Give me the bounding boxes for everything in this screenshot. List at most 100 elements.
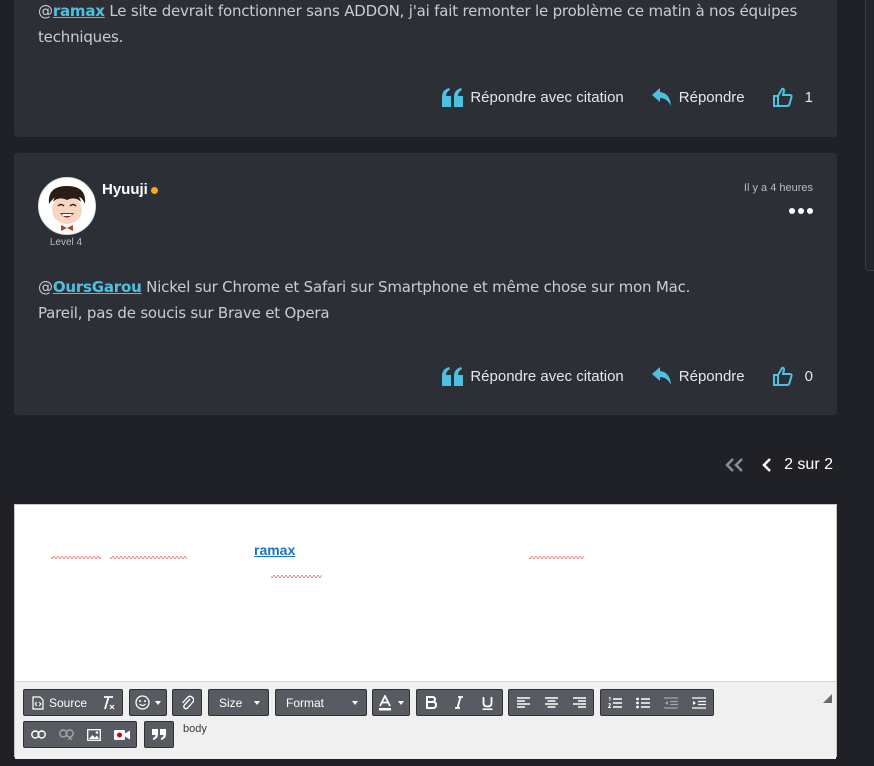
numbered-list-button[interactable] (601, 690, 629, 715)
toolbar-group-emoji (129, 689, 167, 716)
post-body: @ramax Le site devrait fonctionner sans … (38, 0, 818, 50)
reply-label: Répondre (678, 88, 745, 106)
editor-toolbar: Source Size Format body (15, 681, 836, 759)
emoji-button[interactable] (130, 690, 166, 715)
post-card: Hyuuji Level 4 Il y a 4 heures @OursGaro… (14, 153, 837, 415)
link-button[interactable] (24, 722, 52, 747)
more-dot (798, 208, 804, 214)
toolbar-group-document: Source (23, 689, 123, 716)
align-center-button[interactable] (537, 690, 565, 715)
italic-icon (455, 696, 463, 709)
chevron-down-icon (352, 700, 358, 705)
text-color-button[interactable] (373, 690, 409, 715)
quote-reply-button[interactable]: Répondre avec citation (442, 87, 624, 107)
like-count: 1 (804, 88, 813, 106)
author-name-text: Hyuuji (102, 181, 148, 198)
unlink-button[interactable] (52, 722, 80, 747)
align-left-button[interactable] (509, 690, 537, 715)
mention-link[interactable]: OursGarou (53, 278, 142, 296)
size-dropdown[interactable]: Size (209, 690, 268, 715)
source-icon (32, 695, 44, 710)
quote-reply-button[interactable]: Répondre avec citation (442, 366, 624, 386)
chevron-down-icon (398, 700, 404, 705)
editor-mention[interactable]: ramax (254, 542, 295, 558)
resize-handle[interactable] (823, 694, 832, 703)
bullet-list-button[interactable] (629, 690, 657, 715)
avatar[interactable] (38, 177, 96, 235)
more-dot (807, 208, 813, 214)
like-count: 0 (804, 367, 813, 385)
size-label: Size (219, 695, 243, 710)
source-label: Source (49, 695, 88, 710)
underline-button[interactable] (473, 690, 501, 715)
indent-button[interactable] (685, 690, 713, 715)
previous-page-icon[interactable] (762, 457, 772, 473)
like-button[interactable]: 1 (772, 87, 813, 107)
attach-file-button[interactable] (173, 690, 201, 715)
smiley-icon (135, 695, 150, 710)
format-label: Format (286, 695, 325, 710)
thumbs-up-icon (772, 366, 793, 386)
toolbar-group-align (508, 689, 594, 716)
toolbar-group-attach (172, 689, 202, 716)
image-button[interactable] (80, 722, 108, 747)
first-page-icon[interactable] (724, 457, 746, 473)
remove-format-icon (104, 695, 115, 709)
post-actions: Répondre avec citation Répondre 0 (442, 366, 813, 386)
bullet-list-icon (636, 697, 650, 708)
quote-reply-label: Répondre avec citation (470, 88, 624, 106)
toolbar-group-links (23, 721, 137, 748)
reply-button[interactable]: Répondre (651, 87, 745, 107)
paperclip-icon (182, 695, 194, 709)
spellcheck-underline (529, 556, 584, 559)
post-text-line: Nickel sur Chrome et Safari sur Smartpho… (146, 278, 691, 296)
element-path[interactable]: body (183, 723, 207, 735)
align-left-icon (516, 697, 530, 708)
reply-icon (651, 87, 671, 106)
quote-icon (442, 366, 464, 386)
outdent-button[interactable] (657, 690, 685, 715)
unlink-icon (58, 729, 74, 740)
thumbs-up-icon (772, 87, 793, 107)
reply-button[interactable]: Répondre (651, 366, 745, 386)
post-body: @OursGarou Nickel sur Chrome et Safari s… (38, 274, 818, 326)
bold-button[interactable] (417, 690, 445, 715)
editor-content-area[interactable]: ramax (15, 505, 836, 681)
more-dot (789, 208, 795, 214)
indent-icon (692, 696, 706, 709)
image-icon (87, 728, 101, 741)
post-text-line: Pareil, pas de soucis sur Brave et Opera (38, 304, 330, 322)
toolbar-group-format: Format (275, 689, 367, 716)
post-text-line: techniques. (38, 28, 124, 46)
at-sign: @ (38, 2, 53, 20)
chevron-down-icon (254, 700, 260, 705)
page-indicator: 2 sur 2 (784, 456, 833, 473)
blockquote-button[interactable] (145, 722, 173, 747)
link-icon (30, 730, 46, 739)
remove-format-button[interactable] (94, 690, 122, 715)
post-timestamp: Il y a 4 heures (743, 182, 813, 194)
like-button[interactable]: 0 (772, 366, 813, 386)
italic-button[interactable] (445, 690, 473, 715)
align-center-icon (544, 697, 558, 708)
source-button[interactable]: Source (24, 690, 94, 715)
align-right-button[interactable] (565, 690, 593, 715)
author-name[interactable]: Hyuuji (102, 181, 158, 198)
more-options-button[interactable] (789, 208, 813, 214)
spellcheck-underline (271, 575, 322, 578)
align-right-icon (572, 697, 586, 708)
user-level: Level 4 (49, 237, 83, 248)
spellcheck-underline (51, 556, 101, 559)
quote-icon (442, 87, 464, 107)
bold-icon (425, 696, 437, 709)
toolbar-group-color (372, 689, 410, 716)
page-scrollbar[interactable] (865, 0, 874, 271)
at-sign: @ (38, 278, 53, 296)
post-text-line: Le site devrait fonctionner sans ADDON, … (109, 2, 798, 20)
video-button[interactable] (108, 722, 136, 747)
toolbar-group-size: Size (208, 689, 269, 716)
mention-link[interactable]: ramax (53, 2, 105, 20)
reply-label: Répondre (678, 367, 745, 385)
quote-reply-label: Répondre avec citation (470, 367, 624, 385)
format-dropdown[interactable]: Format (276, 690, 366, 715)
